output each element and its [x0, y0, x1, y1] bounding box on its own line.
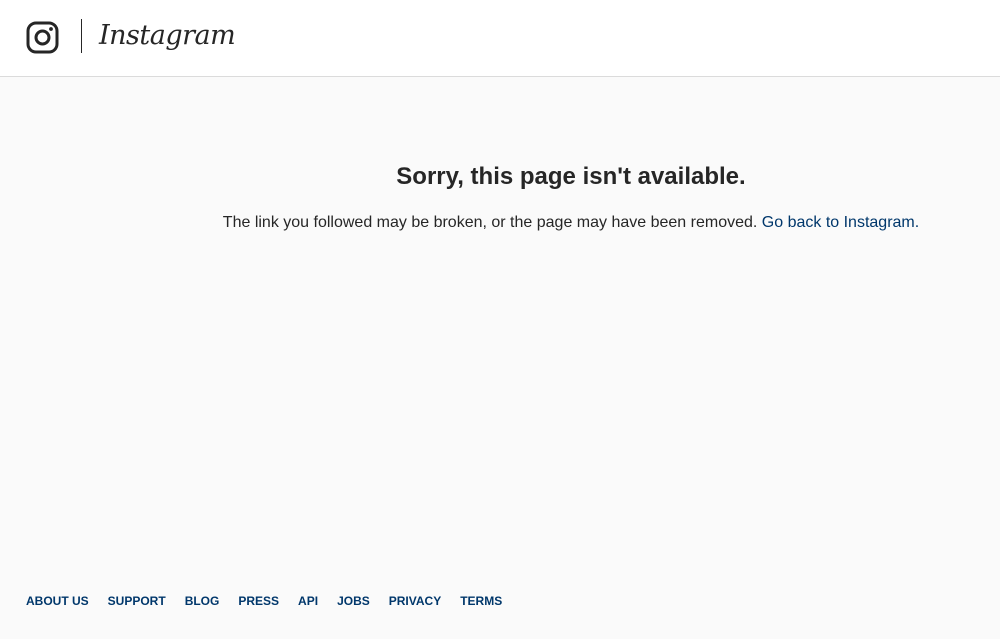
footer-link-about-us[interactable]: ABOUT US: [26, 592, 89, 610]
footer-link-terms[interactable]: TERMS: [460, 592, 502, 610]
error-message-text: The link you followed may be broken, or …: [222, 214, 758, 231]
instagram-wordmark[interactable]: Instagram: [99, 16, 236, 56]
error-message: The link you followed may be broken, or …: [200, 211, 942, 235]
footer-nav: ABOUT US SUPPORT BLOG PRESS API JOBS PRI…: [26, 592, 521, 610]
footer-link-api[interactable]: API: [298, 592, 318, 610]
footer-link-blog[interactable]: BLOG: [185, 592, 220, 610]
error-title: Sorry, this page isn't available.: [396, 163, 746, 190]
footer-link-jobs[interactable]: JOBS: [337, 592, 370, 610]
footer-link-support[interactable]: SUPPORT: [108, 592, 166, 610]
logo-divider: [81, 19, 82, 53]
go-back-link[interactable]: Go back to Instagram.: [762, 214, 919, 231]
instagram-camera-icon: [26, 21, 59, 54]
top-nav-bar: Instagram: [0, 0, 1000, 77]
footer-link-press[interactable]: PRESS: [238, 592, 279, 610]
footer-link-privacy[interactable]: PRIVACY: [389, 592, 441, 610]
